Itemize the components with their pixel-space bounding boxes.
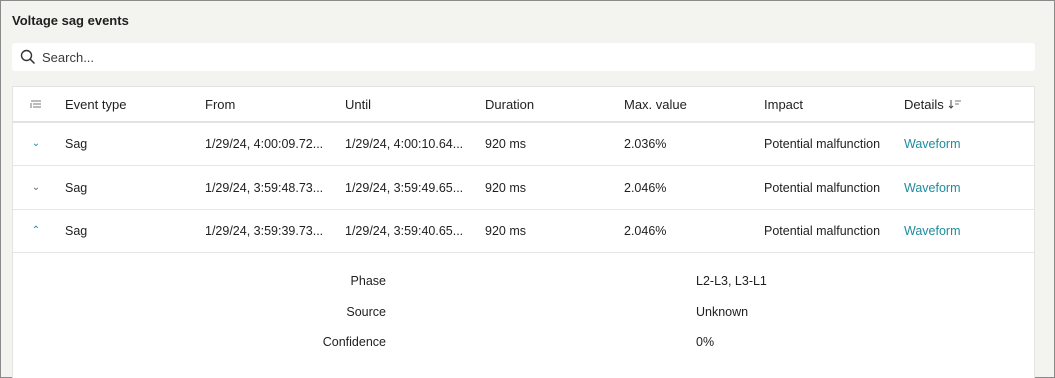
header-from[interactable]: From [205, 87, 337, 121]
cell-event-type: Sag [65, 180, 88, 195]
events-table: Event type From Until Duration Max. valu… [12, 86, 1035, 378]
cell-from: 1/29/24, 3:59:39.73... [205, 223, 324, 238]
cell-until: 1/29/24, 3:59:49.65... [345, 180, 464, 195]
cell-from: 1/29/24, 3:59:48.73... [205, 180, 324, 195]
waveform-link[interactable]: Waveform [904, 166, 1024, 209]
cell-impact: Potential malfunction [764, 223, 881, 238]
cell-impact: Potential malfunction [764, 136, 881, 151]
detail-phase: Phase L2-L3, L3-L1 [13, 274, 1034, 294]
header-impact[interactable]: Impact [764, 87, 899, 121]
collapse-row-button[interactable]: ⌃ [25, 209, 47, 252]
detail-confidence: Confidence 0% [13, 335, 1034, 355]
cell-duration: 920 ms [485, 136, 526, 151]
header-details-label: Details [904, 96, 944, 112]
header-event-type[interactable]: Event type [65, 87, 195, 121]
cell-duration: 920 ms [485, 223, 526, 238]
expanded-row-details: Phase L2-L3, L3-L1 Source Unknown Confid… [13, 253, 1034, 373]
voltage-sag-events-panel: Voltage sag events Event type From Until… [0, 0, 1055, 378]
table-row[interactable]: ⌄ Sag 1/29/24, 3:59:48.73... 1/29/24, 3:… [13, 166, 1034, 210]
cell-duration: 920 ms [485, 180, 526, 195]
table-row[interactable]: ⌃ Sag 1/29/24, 3:59:39.73... 1/29/24, 3:… [13, 209, 1034, 253]
column-settings-icon [30, 100, 41, 108]
cell-event-type: Sag [65, 136, 88, 151]
search-bar[interactable] [12, 43, 1035, 71]
detail-value: L2-L3, L3-L1 [696, 274, 767, 288]
expand-row-button[interactable]: ⌄ [25, 122, 47, 165]
header-details[interactable]: Details [904, 87, 1024, 121]
waveform-link[interactable]: Waveform [904, 122, 1024, 165]
cell-max-value: 2.046% [624, 223, 667, 238]
detail-value: 0% [696, 335, 715, 349]
cell-until: 1/29/24, 4:00:10.64... [345, 136, 464, 151]
cell-event-type: Sag [65, 223, 88, 238]
detail-value: Unknown [696, 305, 749, 319]
cell-impact: Potential malfunction [764, 180, 881, 195]
detail-label: Source [346, 305, 386, 319]
detail-label: Phase [350, 274, 386, 288]
cell-until: 1/29/24, 3:59:40.65... [345, 223, 464, 238]
waveform-link[interactable]: Waveform [904, 209, 1024, 252]
sort-descending-icon[interactable] [948, 99, 962, 109]
chevron-up-icon: ⌃ [31, 225, 41, 236]
header-duration[interactable]: Duration [485, 87, 615, 121]
panel-title: Voltage sag events [12, 13, 129, 28]
detail-source: Source Unknown [13, 305, 1034, 325]
detail-label: Confidence [322, 335, 386, 349]
search-icon [20, 49, 36, 65]
cell-max-value: 2.036% [624, 136, 667, 151]
search-input[interactable] [42, 49, 942, 65]
chevron-down-icon: ⌄ [31, 182, 41, 193]
table-row[interactable]: ⌄ Sag 1/29/24, 4:00:09.72... 1/29/24, 4:… [13, 122, 1034, 166]
cell-from: 1/29/24, 4:00:09.72... [205, 136, 324, 151]
header-until[interactable]: Until [345, 87, 477, 121]
cell-max-value: 2.046% [624, 180, 667, 195]
expand-row-button[interactable]: ⌄ [25, 166, 47, 209]
column-settings-button[interactable] [25, 87, 47, 121]
chevron-down-icon: ⌄ [31, 138, 41, 149]
header-max-value[interactable]: Max. value [624, 87, 754, 121]
table-header-row: Event type From Until Duration Max. valu… [13, 87, 1034, 123]
